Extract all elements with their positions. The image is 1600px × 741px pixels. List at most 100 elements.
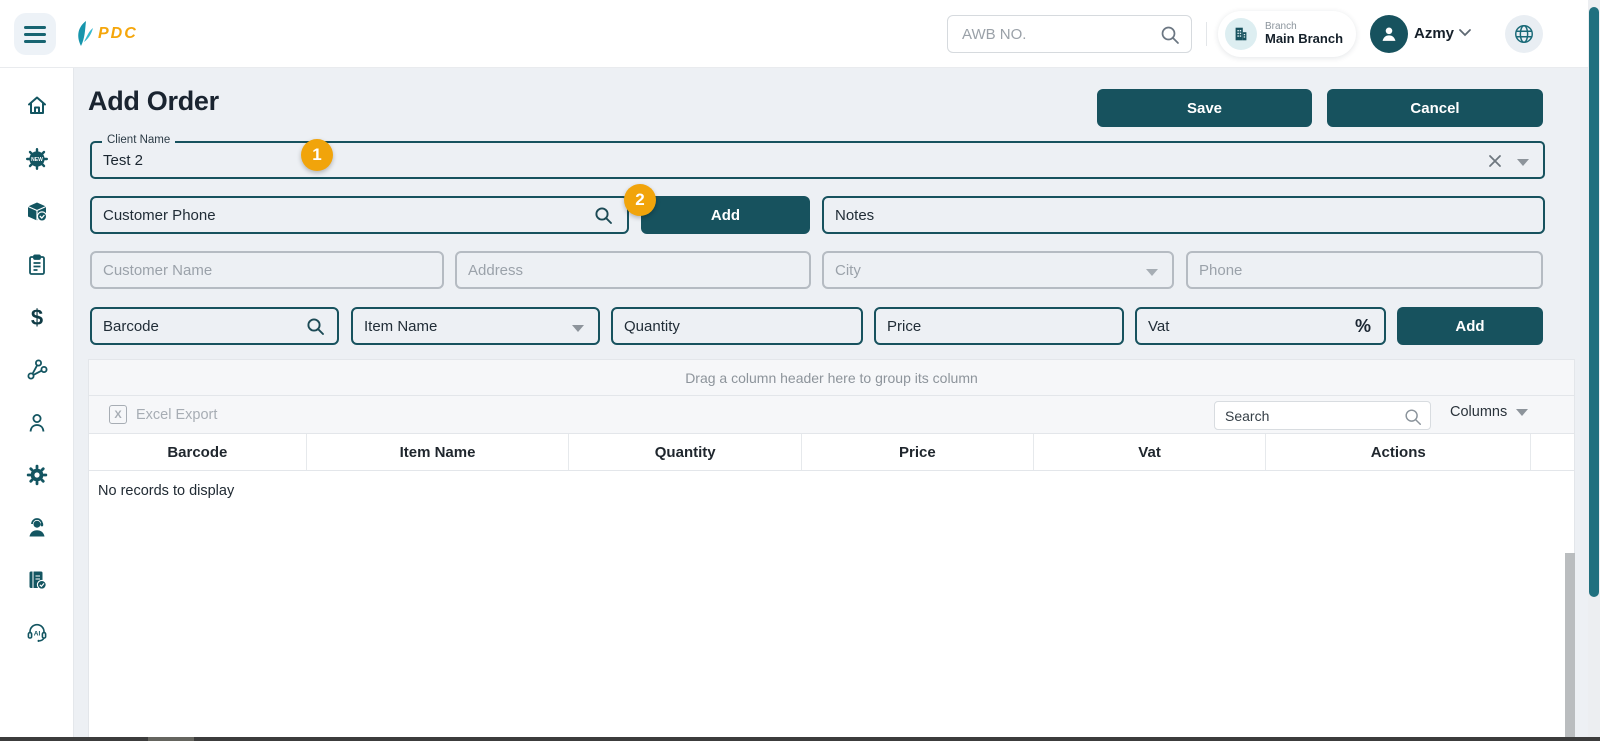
awb-search-input[interactable] <box>948 16 1191 52</box>
address-field <box>455 251 811 289</box>
phone-input[interactable] <box>1188 253 1541 287</box>
grid-group-hint: Drag a column header here to group its c… <box>685 369 978 386</box>
header-scroll-spacer <box>1531 434 1574 470</box>
grid-search-field <box>1214 401 1431 430</box>
grid-group-panel[interactable]: Drag a column header here to group its c… <box>89 360 1574 396</box>
quantity-input[interactable] <box>613 309 861 343</box>
svg-text:AI: AI <box>34 631 41 638</box>
vat-field: % <box>1135 307 1386 345</box>
add-item-button[interactable]: Add <box>1397 307 1543 345</box>
column-header-barcode[interactable]: Barcode <box>89 434 307 470</box>
sidebar-item-home[interactable] <box>23 91 51 119</box>
dropdown-caret-icon[interactable] <box>1517 159 1529 166</box>
user-name[interactable]: Azmy <box>1414 25 1454 42</box>
chevron-down-icon[interactable] <box>1458 28 1472 38</box>
customer-name-field <box>90 251 444 289</box>
page-title: Add Order <box>88 86 219 116</box>
topbar-divider <box>1206 22 1207 46</box>
sidebar-item-shipments[interactable] <box>23 198 51 226</box>
dropdown-caret-icon <box>1516 408 1529 416</box>
app-root: PDC Branch Main Branch Azmy <box>0 0 1600 741</box>
column-header-item-name[interactable]: Item Name <box>307 434 570 470</box>
package-icon <box>25 200 49 224</box>
sidebar-item-couriers[interactable] <box>23 514 51 542</box>
svg-text:NEW: NEW <box>31 157 43 163</box>
sidebar-item-reports[interactable] <box>23 566 51 594</box>
ai-assistant-icon: AI <box>25 621 49 645</box>
column-header-vat[interactable]: Vat <box>1034 434 1267 470</box>
excel-icon: X <box>109 405 127 424</box>
sidebar-item-ai-assistant[interactable]: AI <box>23 619 51 647</box>
branch-name: Main Branch <box>1265 31 1344 47</box>
empty-records-message: No records to display <box>98 483 235 499</box>
search-icon[interactable] <box>593 205 615 227</box>
hamburger-menu-button[interactable] <box>14 13 56 55</box>
customer-name-input[interactable] <box>92 253 442 287</box>
logo-text: PDC <box>98 25 138 42</box>
address-input[interactable] <box>457 253 809 287</box>
sidebar-item-customers[interactable] <box>23 409 51 437</box>
sidebar-item-new-orders[interactable]: NEW <box>23 145 51 173</box>
grid-vertical-scrollbar[interactable] <box>1565 553 1575 741</box>
step-badge-1: 1 <box>301 139 333 171</box>
search-icon[interactable] <box>305 316 327 338</box>
gear-new-icon: NEW <box>25 147 49 171</box>
svg-text:$: $ <box>31 306 43 330</box>
sidebar-item-settings[interactable] <box>23 461 51 489</box>
app-logo[interactable]: PDC <box>72 19 138 49</box>
grid-header-row: Barcode Item Name Quantity Price Vat Act… <box>89 434 1574 471</box>
customer-phone-input[interactable] <box>92 198 627 232</box>
cancel-button[interactable]: Cancel <box>1327 89 1543 127</box>
phone-field <box>1186 251 1543 289</box>
topbar: PDC Branch Main Branch Azmy <box>0 0 1600 68</box>
sidebar-item-orders[interactable] <box>23 251 51 279</box>
user-icon <box>25 411 49 435</box>
price-field <box>874 307 1124 345</box>
excel-export-button[interactable]: X Excel Export <box>109 405 217 424</box>
column-header-quantity[interactable]: Quantity <box>569 434 803 470</box>
columns-chooser-button[interactable]: Columns <box>1450 404 1529 420</box>
percent-icon: % <box>1354 316 1371 336</box>
user-avatar[interactable] <box>1370 15 1408 53</box>
step-badge-2: 2 <box>624 184 656 216</box>
page-scrollbar-thumb[interactable] <box>1589 7 1599 597</box>
search-icon[interactable] <box>1403 407 1423 427</box>
columns-label: Columns <box>1450 404 1508 420</box>
branch-selector[interactable]: Branch Main Branch <box>1218 11 1356 57</box>
column-header-price[interactable]: Price <box>802 434 1034 470</box>
column-header-actions[interactable]: Actions <box>1266 434 1532 470</box>
barcode-field <box>90 307 339 345</box>
person-icon <box>1378 23 1400 45</box>
main-content: Add Order Save Cancel Client Name 1 2 Ad… <box>74 68 1588 741</box>
quantity-field <box>611 307 863 345</box>
network-icon <box>25 358 49 382</box>
save-button[interactable]: Save <box>1097 89 1312 127</box>
barcode-input[interactable] <box>92 309 337 343</box>
page-scrollbar-track[interactable] <box>1588 0 1600 741</box>
home-icon <box>25 93 49 117</box>
price-input[interactable] <box>876 309 1122 343</box>
clear-icon[interactable] <box>1487 153 1503 169</box>
search-icon[interactable] <box>1159 24 1181 46</box>
add-customer-button[interactable]: Add <box>641 196 810 234</box>
globe-icon <box>1513 23 1535 45</box>
grid-body: No records to display <box>89 471 1574 737</box>
sidebar-item-integrations[interactable] <box>23 356 51 384</box>
notes-field <box>822 196 1545 234</box>
vat-input[interactable] <box>1137 309 1384 343</box>
item-name-select[interactable] <box>353 309 598 343</box>
items-grid: Drag a column header here to group its c… <box>88 359 1575 741</box>
notes-input[interactable] <box>824 198 1543 232</box>
hamburger-icon <box>24 25 46 29</box>
grid-toolbar: X Excel Export Columns <box>89 396 1574 434</box>
city-select[interactable] <box>824 253 1172 287</box>
grid-search-input[interactable] <box>1215 402 1430 429</box>
bottom-scrollbar-thumb[interactable] <box>148 737 194 741</box>
sidebar-item-finance[interactable]: $ <box>23 304 51 332</box>
language-button[interactable] <box>1505 15 1543 53</box>
sidebar-nav: NEW $ AI <box>0 68 74 741</box>
item-name-field <box>351 307 600 345</box>
logo-leaf-icon <box>72 20 94 48</box>
support-agent-icon <box>25 516 49 540</box>
dropdown-caret-icon[interactable] <box>572 325 584 332</box>
